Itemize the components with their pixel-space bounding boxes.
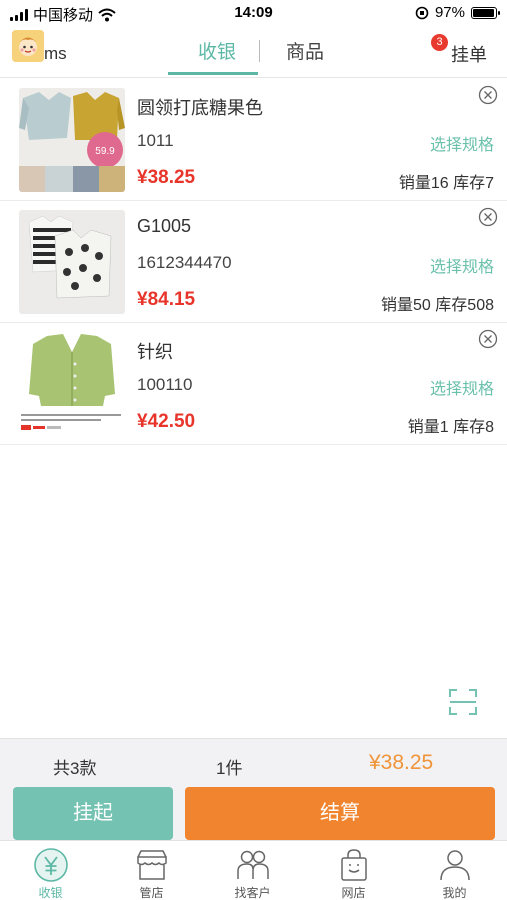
remove-item-icon[interactable] [478, 329, 498, 349]
product-sales: 销量1 [407, 419, 449, 436]
product-row[interactable]: 59.9 圆领打底糖果色 1011 ¥38.25 选择规格 销量16 库存7 [0, 79, 507, 201]
product-stock: 库存7 [453, 175, 494, 192]
product-name: 圆领打底糖果色 [137, 98, 263, 118]
battery-fill [473, 8, 495, 17]
scan-icon[interactable] [447, 686, 479, 718]
select-spec-button[interactable]: 选择规格 [430, 253, 494, 277]
product-name: G1005 [137, 216, 192, 236]
avatar[interactable] [12, 30, 44, 62]
product-stock: 库存8 [453, 419, 494, 436]
status-right: 97% [415, 4, 500, 21]
product-name: 针织 [137, 342, 173, 362]
product-stats: 销量16 库存7 [399, 169, 494, 193]
avatar-cartoon-icon [12, 30, 44, 62]
select-spec-button[interactable]: 选择规格 [430, 131, 494, 155]
bottom-nav: 收银 管店 找客户 网店 我的 [0, 840, 507, 900]
remove-item-icon[interactable] [478, 85, 498, 105]
product-sales: 销量50 [381, 297, 431, 314]
nav-cashier[interactable]: 收银 [0, 841, 101, 900]
nav-online-store-label: 网店 [341, 886, 366, 900]
top-header: ms 收银 3 商品 挂单 [0, 28, 507, 78]
nav-find-customers[interactable]: 找客户 [202, 841, 303, 900]
product-sales: 销量16 [398, 175, 449, 192]
nav-online-store[interactable]: 网店 [303, 841, 404, 900]
status-bar: 中国移动 14:09 97% [0, 0, 507, 28]
item-quantity: 1件 [216, 759, 243, 778]
yuan-icon [34, 848, 68, 882]
product-row[interactable]: G1005 1612344470 ¥84.15 选择规格 销量50 库存508 [0, 201, 507, 323]
nav-cashier-label: 收银 [38, 886, 63, 900]
checkout-summary: 共3款 1件 ¥38.25 挂起 结算 [0, 738, 507, 840]
product-stats: 销量1 库存8 [408, 413, 494, 437]
product-code: 1612344470 [137, 253, 232, 272]
hold-order-button[interactable]: 挂起 [13, 787, 173, 840]
tab-products[interactable]: 商品 [286, 37, 324, 64]
cashier-screen: 中国移动 14:09 97% ms 收银 3 商品 挂单 59.9 圆领打底糖果… [0, 0, 507, 900]
customers-icon [237, 850, 269, 879]
nav-find-customers-label: 找客户 [234, 886, 271, 900]
product-price: ¥38.25 [137, 167, 196, 188]
cart-product-list: 59.9 圆领打底糖果色 1011 ¥38.25 选择规格 销量16 库存7 G… [0, 79, 507, 445]
nav-manage-store[interactable]: 管店 [101, 841, 202, 900]
profile-icon [440, 850, 470, 881]
order-total: ¥38.25 [369, 751, 434, 774]
product-price: ¥84.15 [137, 289, 196, 310]
tab-divider [259, 40, 260, 62]
green-cardigan-photo [19, 332, 125, 436]
select-spec-button[interactable]: 选择规格 [430, 375, 494, 399]
nav-mine-label: 我的 [442, 886, 467, 900]
orientation-lock-icon [415, 6, 429, 19]
cart-count-badge: 3 [431, 34, 448, 51]
nav-mine[interactable]: 我的 [404, 841, 505, 900]
user-name: ms [44, 44, 67, 63]
shopping-bag-icon [341, 849, 367, 881]
tab-cashier-label: 收银 [198, 42, 237, 63]
hang-order-button[interactable]: 挂单 [451, 41, 487, 67]
product-price: ¥42.50 [137, 411, 196, 432]
product-code: 1011 [137, 131, 174, 150]
battery-icon [471, 6, 500, 19]
product-row[interactable]: 针织 100110 ¥42.50 选择规格 销量1 库存8 [0, 323, 507, 445]
remove-item-icon[interactable] [478, 207, 498, 227]
striped-tops-photo [19, 210, 125, 314]
store-icon [137, 850, 167, 880]
battery-percent: 97% [434, 4, 465, 21]
promo-badge-price: 59.9 [95, 146, 115, 157]
nav-manage-store-label: 管店 [139, 886, 164, 900]
checkout-button[interactable]: 结算 [185, 787, 495, 840]
sweaters-photo: 59.9 [19, 88, 125, 192]
product-code: 100110 [137, 375, 193, 394]
tab-cashier[interactable]: 收银 3 [198, 34, 448, 64]
active-tab-indicator [168, 72, 258, 75]
product-stock: 库存508 [435, 297, 494, 314]
product-stats: 销量50 库存508 [381, 291, 494, 315]
item-kinds-count: 共3款 [53, 759, 97, 778]
